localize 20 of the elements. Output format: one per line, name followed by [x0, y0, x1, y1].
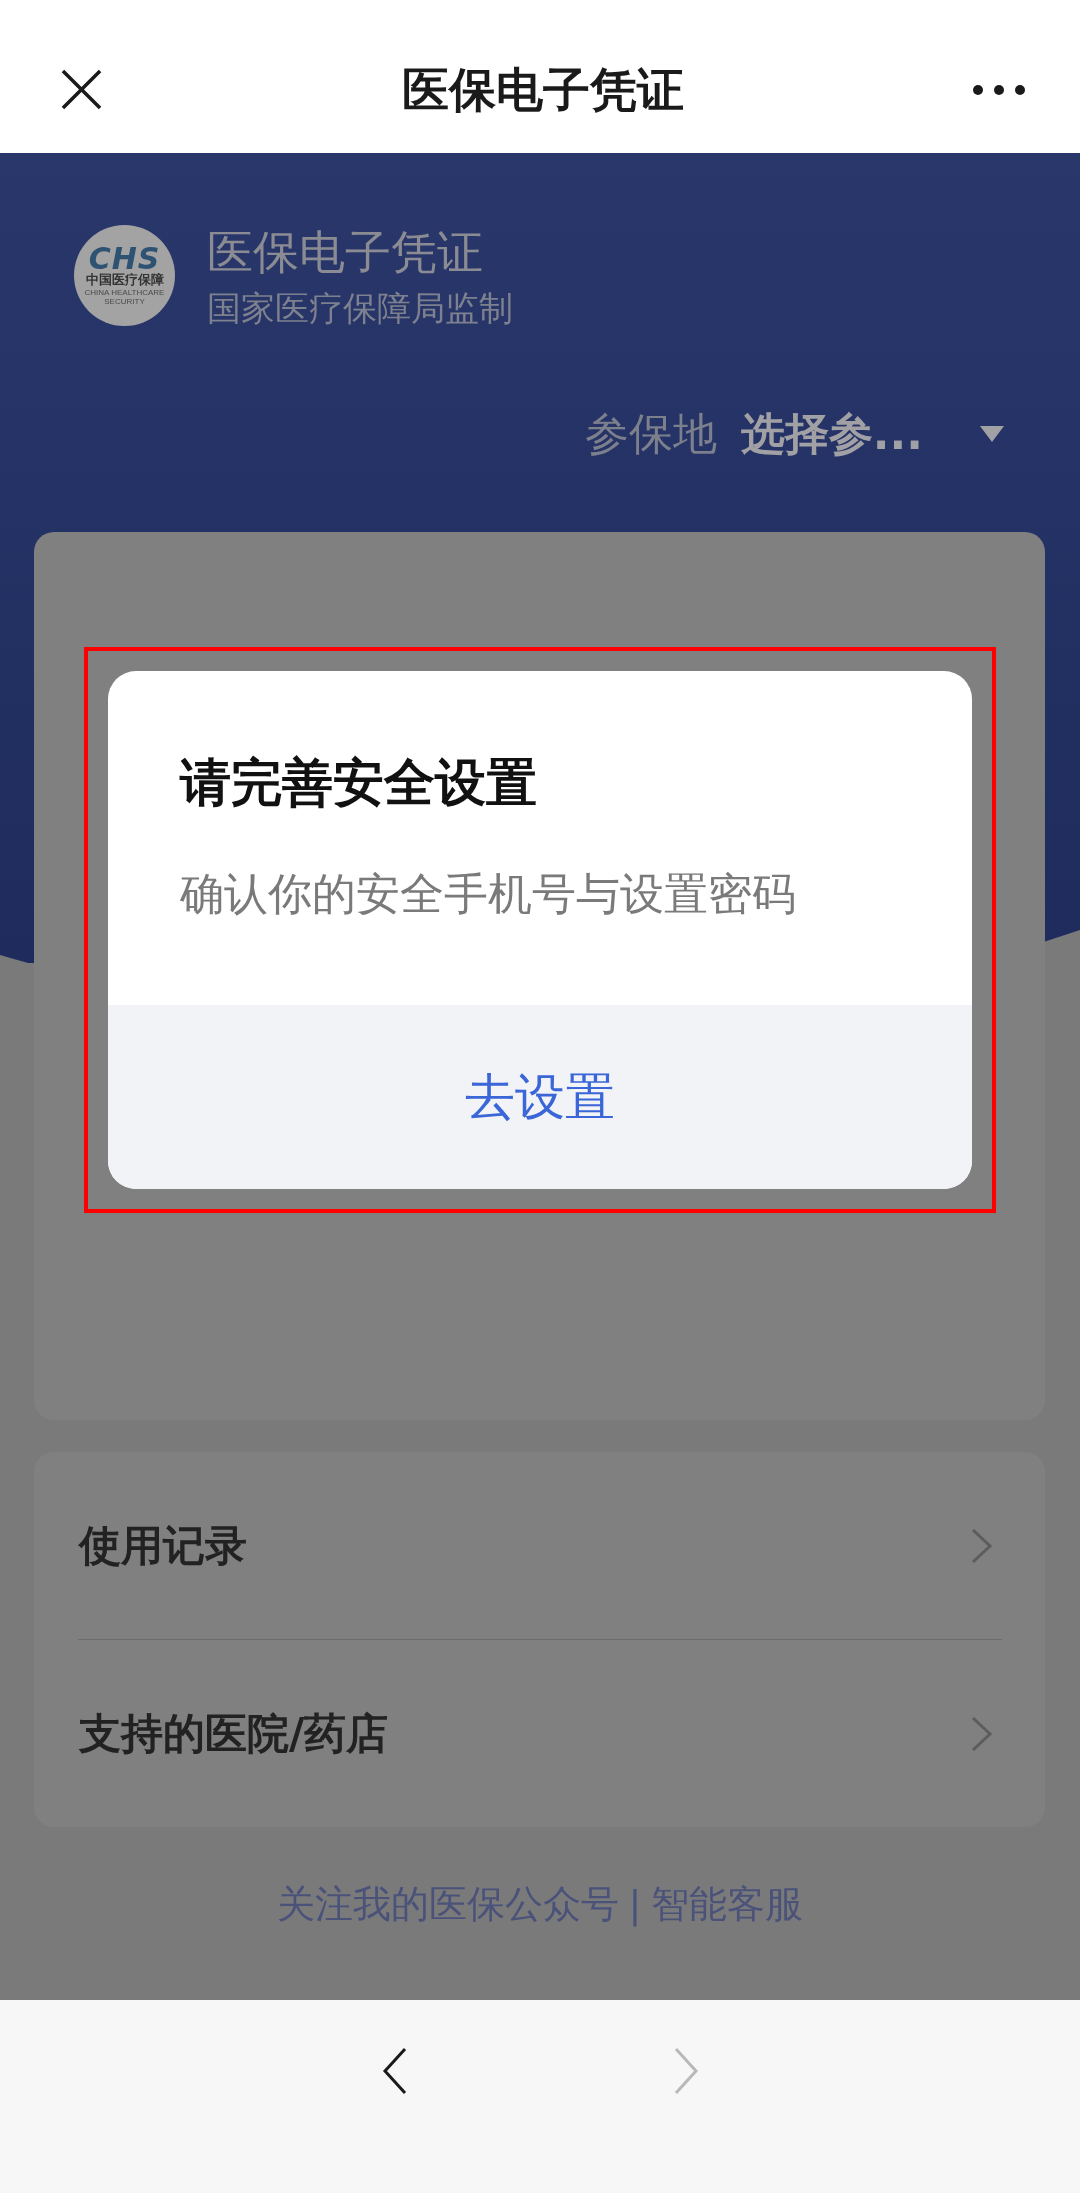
setup-button[interactable]: 去设置 — [108, 1005, 972, 1189]
chevron-right-icon — [971, 1527, 993, 1564]
location-dropdown[interactable]: 选择参... — [740, 404, 1004, 464]
back-icon[interactable] — [381, 2047, 408, 2095]
menu-item[interactable]: 使用记录 — [34, 1452, 1045, 1639]
header-subtitle: 国家医疗保障局监制 — [207, 287, 513, 330]
header-title: 医保电子凭证 — [207, 225, 484, 279]
menu-item[interactable]: 支持的医院/药店 — [34, 1640, 1045, 1827]
logo-letters: CHS — [88, 245, 161, 272]
separator-text: | — [628, 1881, 642, 1929]
location-label: 参保地 — [584, 407, 717, 461]
logo-name: 中国医疗保障 — [85, 272, 164, 287]
caret-down-icon — [980, 426, 1004, 442]
logo-tagline: CHINA HEALTHCARE SECURITY — [83, 288, 166, 306]
more-icon[interactable] — [973, 84, 1025, 95]
close-icon[interactable] — [61, 69, 102, 110]
dialog-title: 请完善安全设置 — [180, 752, 538, 814]
dialog-message: 确认你的安全手机号与设置密码 — [180, 867, 797, 921]
chevron-right-icon — [971, 1715, 993, 1752]
page-title: 医保电子凭证 — [402, 60, 684, 119]
